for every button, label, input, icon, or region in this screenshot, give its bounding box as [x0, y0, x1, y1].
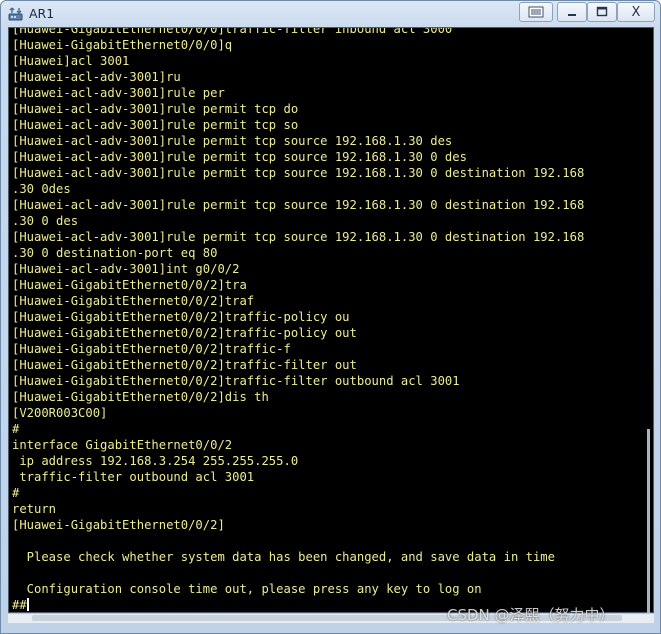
terminal-line: [Huawei-GigabitEthernet0/0/2]: [12, 518, 225, 532]
terminal-output: [Huawei-GigabitEthernet0/0/0]traffic-fil…: [12, 27, 585, 612]
terminal-line: [Huawei-GigabitEthernet0/0/2]dis th: [12, 390, 269, 404]
title-bar[interactable]: AR1 X: [1, 1, 660, 27]
terminal-line: [Huawei-GigabitEthernet0/0/2]traffic-pol…: [12, 326, 357, 340]
terminal-line: [Huawei-GigabitEthernet0/0/2]traf: [12, 294, 255, 308]
watermark: CSDN @泽熙（努力中）: [447, 606, 615, 624]
terminal-line: #: [12, 486, 20, 500]
terminal-window: AR1 X [Huawei-GigabitEthernet0/0/0]traff…: [0, 0, 661, 634]
terminal-line: .30 0 destination-port eq 80: [12, 246, 218, 260]
terminal-line: [Huawei-GigabitEthernet0/0/2]traffic-fil…: [12, 374, 460, 388]
terminal-line: [Huawei-acl-adv-3001]rule permit tcp so: [12, 118, 299, 132]
terminal-line: [V200R003C00]: [12, 406, 108, 420]
terminal-line: [Huawei-GigabitEthernet0/0/2]traffic-f: [12, 342, 291, 356]
maximize-icon: [596, 6, 608, 17]
minimize-icon: [568, 14, 576, 16]
terminal-line: traffic-filter outbound acl 3001: [12, 470, 255, 484]
vertical-scrollbar[interactable]: [647, 429, 650, 615]
terminal-line: [Huawei-acl-adv-3001]int g0/0/2: [12, 262, 240, 276]
terminal-line: [Huawei-acl-adv-3001]ru: [12, 70, 181, 84]
terminal-line: [Huawei-acl-adv-3001]rule permit tcp sou…: [12, 198, 585, 212]
text-cursor: [26, 598, 29, 611]
window-restore-icon: [528, 6, 544, 18]
terminal-line: [Huawei-acl-adv-3001]rule permit tcp sou…: [12, 134, 453, 148]
terminal-line: [Huawei-acl-adv-3001]rule per: [12, 86, 225, 100]
terminal-line: ip address 192.168.3.254 255.255.255.0: [12, 454, 299, 468]
maximize-button[interactable]: [587, 2, 617, 22]
close-button[interactable]: X: [617, 2, 655, 22]
terminal-line: #: [12, 422, 20, 436]
terminal-line: Please check whether system data has bee…: [12, 550, 555, 564]
terminal-line: [Huawei-acl-adv-3001]rule permit tcp sou…: [12, 166, 585, 180]
terminal-line: interface GigabitEthernet0/0/2: [12, 438, 233, 452]
window-title: AR1: [29, 6, 55, 21]
terminal-line: return: [12, 502, 57, 516]
terminal-console[interactable]: [Huawei-GigabitEthernet0/0/0]traffic-fil…: [8, 27, 654, 613]
restore-button[interactable]: [519, 2, 553, 22]
minimize-button[interactable]: [557, 2, 587, 22]
terminal-line: [Huawei-GigabitEthernet0/0/0]q: [12, 38, 233, 52]
terminal-line: .30 0des: [12, 182, 71, 196]
terminal-line: [Huawei-GigabitEthernet0/0/2]tra: [12, 278, 247, 292]
terminal-line: [Huawei-acl-adv-3001]rule permit tcp do: [12, 102, 299, 116]
close-icon: X: [631, 4, 641, 20]
terminal-line: [Huawei-acl-adv-3001]rule permit tcp sou…: [12, 150, 467, 164]
terminal-line: [Huawei-GigabitEthernet0/0/2]traffic-pol…: [12, 310, 350, 324]
terminal-line: Configuration console time out, please p…: [12, 582, 482, 596]
router-app-icon: [7, 5, 25, 23]
terminal-line: [Huawei-GigabitEthernet0/0/0]traffic-fil…: [12, 27, 453, 36]
terminal-line: .30 0 des: [12, 214, 79, 228]
terminal-line: [Huawei-acl-adv-3001]rule permit tcp sou…: [12, 230, 585, 244]
terminal-line: [Huawei]acl 3001: [12, 54, 130, 68]
terminal-line: [Huawei-GigabitEthernet0/0/2]traffic-fil…: [12, 358, 357, 372]
